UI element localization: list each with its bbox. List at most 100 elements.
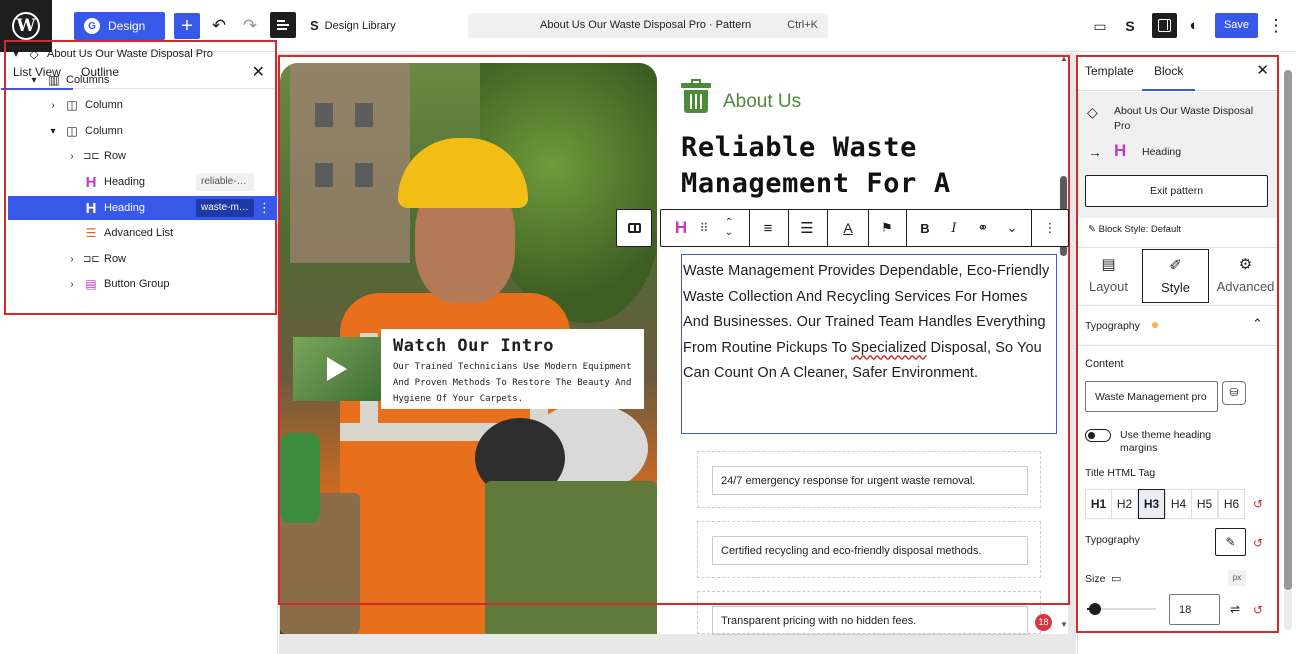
video-thumbnail[interactable]	[293, 337, 381, 401]
plugin-icon[interactable]: S	[1118, 14, 1142, 38]
content-input[interactable]: Waste Management pro	[1085, 381, 1218, 412]
command-palette-bar[interactable]: About Us Our Waste Disposal Pro · Patter…	[468, 13, 828, 38]
misspelled-word: Specialized	[851, 339, 927, 356]
about-us-label: About Us	[723, 91, 802, 112]
align-block-icon[interactable]: ≡	[754, 210, 782, 246]
tree-item-label: Row	[104, 150, 127, 162]
intro-video-card[interactable]: Watch Our Intro Our Trained Technicians …	[293, 329, 644, 409]
settings-panel-toggle[interactable]	[1152, 13, 1177, 38]
tab-template[interactable]: Template	[1085, 64, 1134, 78]
tree-item-columns[interactable]: ▾ ▥ Columns	[8, 68, 277, 92]
tag-h1-button[interactable]: H1	[1085, 489, 1112, 519]
theme-margins-toggle[interactable]	[1085, 429, 1111, 442]
chevron-right-icon[interactable]: ›	[48, 100, 58, 111]
chevron-up-icon[interactable]: ⌃	[1252, 316, 1263, 332]
feature-item[interactable]: Certified recycling and eco-friendly dis…	[697, 521, 1041, 578]
italic-button[interactable]: I	[941, 210, 967, 246]
paragraph-text[interactable]: Waste Management Provides Dependable, Ec…	[683, 259, 1055, 387]
link-icon[interactable]: ⚭	[969, 210, 997, 246]
heading-icon[interactable]: H	[669, 210, 693, 246]
tag-h3-button[interactable]: H3	[1138, 489, 1165, 519]
button-group-icon: ▤	[85, 277, 97, 291]
divider	[1078, 345, 1277, 346]
move-arrows-icon[interactable]: ⌃ ⌄	[717, 210, 741, 246]
feature-item[interactable]: 24/7 emergency response for urgent waste…	[697, 451, 1041, 508]
block-options-icon[interactable]: ⋮	[1037, 210, 1063, 246]
tree-item-advanced-list[interactable]: ☰ Advanced List	[8, 221, 277, 245]
align-text-icon[interactable]: ☰	[792, 210, 822, 246]
settings-sliders-icon[interactable]: ⇌	[1230, 602, 1240, 616]
tree-item-button-group[interactable]: › ▤ Button Group	[8, 272, 277, 296]
scroll-down-icon[interactable]: ▼	[1060, 620, 1068, 629]
size-input[interactable]: 18	[1169, 594, 1220, 625]
tab-style[interactable]: ✐ Style	[1142, 249, 1209, 303]
flag-icon[interactable]: ⚑	[873, 210, 901, 246]
add-block-button[interactable]: +	[174, 13, 200, 39]
chevron-right-icon[interactable]: ›	[67, 279, 77, 290]
exit-pattern-button[interactable]: Exit pattern	[1085, 175, 1268, 207]
chevron-down-icon[interactable]: ⌄	[999, 210, 1025, 246]
redo-icon[interactable]: ↷	[238, 14, 262, 38]
scroll-up-icon[interactable]: ▲	[1060, 54, 1068, 63]
chevron-down-icon[interactable]: ▾	[48, 126, 58, 137]
chevron-down-icon[interactable]: ▾	[11, 49, 21, 60]
select-parent-button[interactable]	[616, 209, 652, 247]
close-icon[interactable]: ✕	[1256, 61, 1269, 79]
list-line	[277, 28, 287, 30]
tab-advanced[interactable]: ⚙ Advanced	[1212, 249, 1279, 303]
save-button[interactable]: Save	[1215, 13, 1258, 38]
design-button[interactable]: G Design	[74, 12, 165, 40]
document-overview-button[interactable]	[270, 12, 296, 38]
undo-icon[interactable]: ↶	[207, 14, 231, 38]
bold-button[interactable]: B	[912, 210, 938, 246]
text-color-icon[interactable]: A	[832, 210, 864, 246]
database-icon[interactable]: ⛁	[1222, 381, 1246, 405]
anchor-chip: waste-m…	[196, 199, 254, 217]
tree-item-heading-selected[interactable]: H Heading waste-m… ⋮	[8, 196, 277, 220]
chevron-down-icon[interactable]: ▾	[29, 75, 39, 86]
shortcut-hint: Ctrl+K	[787, 19, 818, 31]
typography-section-title[interactable]: Typography	[1085, 320, 1140, 332]
styles-icon[interactable]: ◐	[1182, 14, 1206, 38]
heading-icon: H	[85, 173, 97, 191]
tree-item-column[interactable]: › ◫ Column	[8, 93, 277, 117]
drag-handle-icon[interactable]: ⠿	[697, 210, 711, 246]
desktop-preview-icon[interactable]: ▭	[1088, 14, 1112, 38]
tag-h6-button[interactable]: H6	[1218, 489, 1245, 519]
reset-icon[interactable]: ↺	[1253, 603, 1263, 617]
design-library-button[interactable]: S Design Library	[310, 18, 396, 33]
unit-selector[interactable]: px	[1228, 570, 1246, 586]
notification-badge[interactable]: 18	[1035, 614, 1052, 631]
hero-image[interactable]: Watch Our Intro Our Trained Technicians …	[280, 63, 657, 634]
tree-item-row[interactable]: › ⊐⊏ Row	[8, 144, 277, 168]
toggle-knob	[1088, 431, 1095, 439]
feature-item[interactable]: Transparent pricing with no hidden fees.	[697, 591, 1041, 635]
tag-h5-button[interactable]: H5	[1191, 489, 1218, 519]
tag-h2-button[interactable]: H2	[1111, 489, 1138, 519]
tab-layout[interactable]: ▤ Layout	[1075, 249, 1142, 303]
tree-item-heading[interactable]: H Heading reliable-…	[8, 170, 277, 194]
selected-heading-block[interactable]: Waste Management Provides Dependable, Ec…	[681, 254, 1057, 434]
tree-item-column[interactable]: ▾ ◫ Column	[8, 119, 277, 143]
device-icon[interactable]: ▭	[1111, 572, 1121, 585]
chevron-right-icon[interactable]: ›	[67, 254, 77, 265]
gear-icon: ⚙	[1238, 256, 1253, 273]
tree-item-pattern[interactable]: ▾ ◇ About Us Our Waste Disposal Pro	[8, 42, 277, 66]
chevron-right-icon[interactable]: ›	[67, 151, 77, 162]
edit-typography-button[interactable]: ✎	[1215, 528, 1246, 556]
reset-icon[interactable]: ↺	[1253, 497, 1263, 511]
settings-scrollbar[interactable]	[1284, 70, 1292, 630]
tab-block[interactable]: Block	[1141, 64, 1196, 91]
scroll-thumb[interactable]	[1284, 70, 1292, 590]
play-icon[interactable]	[327, 357, 347, 381]
block-name: Heading	[1142, 146, 1182, 158]
tree-item-row[interactable]: › ⊐⊏ Row	[8, 247, 277, 271]
content-label: Content	[1085, 358, 1124, 370]
block-style-label[interactable]: ✎ Block Style: Default	[1088, 224, 1181, 235]
reset-icon[interactable]: ↺	[1253, 536, 1263, 550]
options-icon[interactable]: ⋮	[1264, 14, 1288, 38]
tag-h4-button[interactable]: H4	[1165, 489, 1192, 519]
main-heading[interactable]: Reliable Waste Management For A	[681, 130, 1061, 202]
size-slider[interactable]	[1087, 603, 1156, 615]
more-options-icon[interactable]: ⋮	[258, 200, 271, 216]
